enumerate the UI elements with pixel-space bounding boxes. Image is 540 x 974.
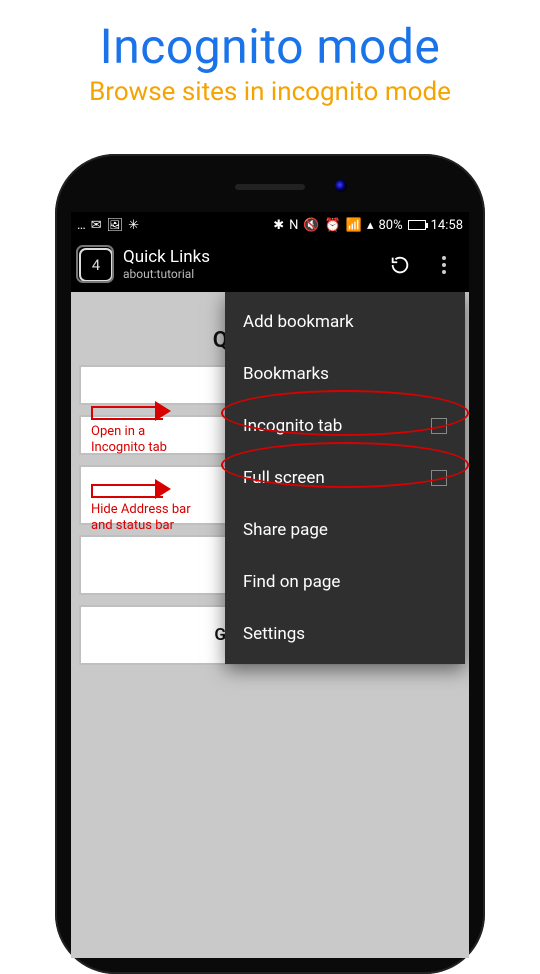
sync-icon: ✳ <box>128 218 139 233</box>
tab-count-value: 4 <box>92 256 100 274</box>
refresh-button[interactable] <box>383 248 417 282</box>
bluetooth-icon: ✱ <box>273 218 284 233</box>
status-notif-icons: … ✉ 🖼 ✳ <box>77 218 139 233</box>
overflow-menu-button[interactable] <box>427 248 461 282</box>
menu-share-page[interactable]: Share page <box>225 504 465 556</box>
menu-item-label: Incognito tab <box>243 416 342 436</box>
app-bar: 4 Quick Links about:tutorial <box>71 238 469 292</box>
nfc-icon: N <box>289 218 298 233</box>
menu-add-bookmark[interactable]: Add bookmark <box>225 296 465 348</box>
battery-pct: 80% <box>378 218 402 233</box>
signal-icon: ▴ <box>367 218 374 233</box>
more-icon: … <box>77 218 86 233</box>
page-content: Quick Links Facebook GMail Google Search… <box>71 292 469 958</box>
page-name: Quick Links <box>123 248 373 268</box>
alarm-icon: ⏰ <box>325 218 341 233</box>
status-system-icons: ✱ N 🔇 ⏰ 📶 ▴ 80% 14:58 <box>273 218 463 233</box>
promo-title: Incognito mode <box>0 18 540 75</box>
refresh-icon <box>389 254 411 276</box>
page-url: about:tutorial <box>123 268 373 282</box>
checkbox-icon[interactable] <box>431 470 447 486</box>
menu-full-screen[interactable]: Full screen <box>225 452 465 504</box>
address-area[interactable]: Quick Links about:tutorial <box>123 248 373 281</box>
image-icon: 🖼 <box>107 218 124 233</box>
menu-item-label: Share page <box>243 520 328 540</box>
menu-bookmarks[interactable]: Bookmarks <box>225 348 465 400</box>
checkbox-icon[interactable] <box>431 418 447 434</box>
tab-count-button[interactable]: 4 <box>79 248 113 282</box>
menu-settings[interactable]: Settings <box>225 608 465 660</box>
status-bar: … ✉ 🖼 ✳ ✱ N 🔇 ⏰ 📶 ▴ 80% 14:58 <box>71 212 469 238</box>
phone-frame: … ✉ 🖼 ✳ ✱ N 🔇 ⏰ 📶 ▴ 80% 14:58 4 <box>55 154 485 974</box>
menu-item-label: Bookmarks <box>243 364 329 384</box>
overflow-menu: Add bookmark Bookmarks Incognito tab Ful… <box>225 292 465 664</box>
menu-item-label: Find on page <box>243 572 340 592</box>
promo-subtitle: Browse sites in incognito mode <box>0 77 540 107</box>
phone-camera <box>335 180 347 192</box>
menu-item-label: Full screen <box>243 468 325 488</box>
mute-icon: 🔇 <box>303 218 319 233</box>
phone-screen: … ✉ 🖼 ✳ ✱ N 🔇 ⏰ 📶 ▴ 80% 14:58 4 <box>71 212 469 958</box>
menu-incognito-tab[interactable]: Incognito tab <box>225 400 465 452</box>
wifi-icon: 📶 <box>346 218 362 233</box>
phone-earpiece <box>235 184 305 190</box>
clock: 14:58 <box>431 218 463 233</box>
menu-item-label: Add bookmark <box>243 312 354 332</box>
battery-icon <box>408 220 426 230</box>
menu-find-on-page[interactable]: Find on page <box>225 556 465 608</box>
mail-icon: ✉ <box>91 218 102 233</box>
menu-item-label: Settings <box>243 624 305 644</box>
